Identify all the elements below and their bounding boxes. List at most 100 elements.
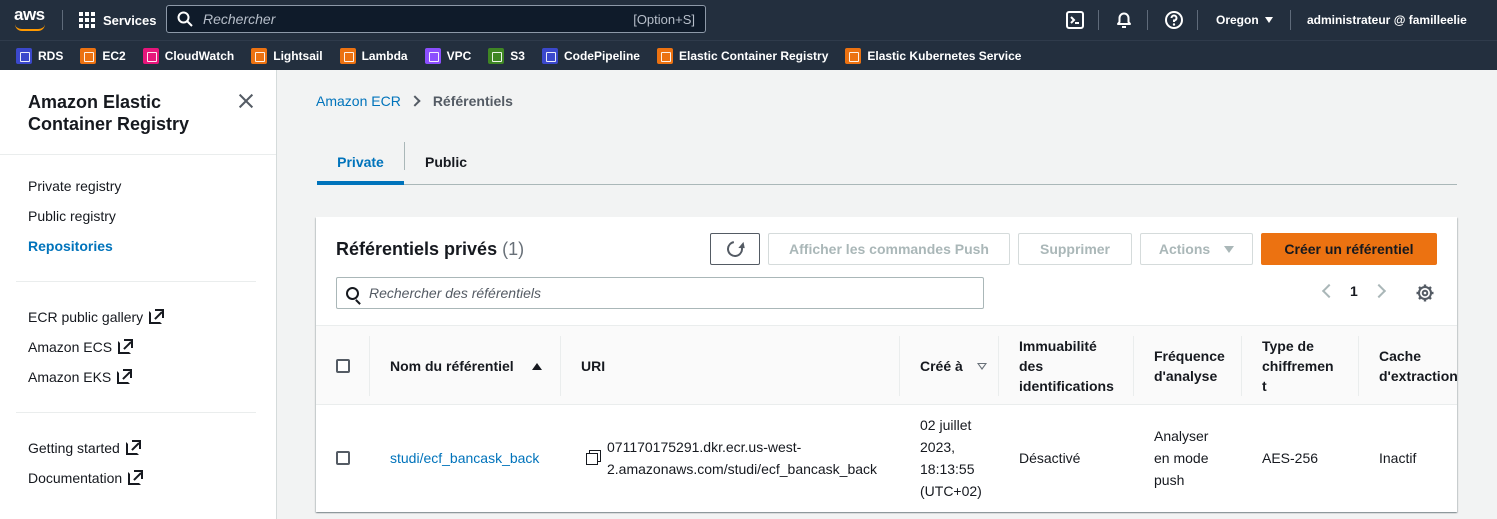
column-header-immutability[interactable]: Immuabilité des identifications (1019, 336, 1114, 396)
favorite-lambda[interactable]: Lambda (339, 47, 408, 64)
lambda-icon (339, 47, 356, 64)
sidebar-item-amazon-ecs[interactable]: Amazon ECS (28, 338, 134, 355)
current-page-number[interactable]: 1 (1350, 283, 1358, 299)
header-label: Cache (1379, 348, 1422, 364)
button-label: Créer un référentiel (1284, 241, 1414, 257)
column-header-pull-through-cache[interactable]: Cache d'extraction (1379, 346, 1457, 386)
favorite-label: Elastic Container Registry (678, 48, 829, 63)
button-label: Afficher les commandes Push (789, 241, 989, 257)
header-label: des (1019, 358, 1044, 374)
column-header-name[interactable]: Nom du référentiel (390, 356, 542, 376)
help-icon[interactable] (1164, 10, 1184, 30)
favorite-cloudwatch[interactable]: CloudWatch (142, 47, 235, 64)
sidebar-item-amazon-eks[interactable]: Amazon EKS (28, 368, 133, 385)
column-header-encryption[interactable]: Type de chiffremen t (1262, 336, 1334, 396)
cloudwatch-icon (142, 47, 159, 64)
header-label: d'extraction (1379, 368, 1457, 384)
favorite-codepipeline[interactable]: CodePipeline (541, 47, 640, 64)
favorite-label: CloudWatch (164, 48, 235, 63)
close-icon[interactable] (238, 93, 254, 109)
favorite-label: CodePipeline (563, 48, 640, 63)
favorite-s3[interactable]: S3 (488, 47, 525, 64)
cloudshell-icon[interactable] (1065, 10, 1085, 30)
divider (16, 281, 256, 282)
create-repository-button[interactable]: Créer un référentiel (1261, 233, 1437, 265)
favorite-vpc[interactable]: VPC (424, 47, 472, 64)
header-label: Type de (1262, 338, 1314, 354)
sidebar-item-getting-started[interactable]: Getting started (28, 439, 141, 456)
chevron-right-icon (409, 95, 421, 107)
services-label: Services (103, 12, 157, 28)
search-icon (346, 286, 359, 300)
breadcrumb-amazon-ecr-link[interactable]: Amazon ECR (316, 93, 401, 109)
created-line: 18:13:55 (920, 461, 975, 477)
card-title-text: Référentiels privés (336, 239, 498, 259)
search-placeholder: Rechercher des référentiels (369, 285, 541, 301)
tab-label: Private (337, 153, 384, 170)
scan-line: push (1154, 472, 1185, 488)
created-line: 02 juillet (920, 417, 972, 433)
row-select-checkbox[interactable] (336, 451, 350, 465)
favorite-elastic-kubernetes-service[interactable]: Elastic Kubernetes Service (845, 47, 1021, 64)
caret-down-icon (1224, 245, 1235, 253)
sidebar-item-label: Amazon EKS (28, 369, 112, 385)
header-label: Fréquence (1154, 348, 1225, 364)
header-label: Créé à (920, 358, 963, 374)
previous-page-icon[interactable] (1321, 283, 1337, 299)
header-label: Immuabilité (1019, 338, 1097, 354)
column-divider (369, 336, 370, 396)
sidebar-item-private-registry[interactable]: Private registry (28, 178, 121, 194)
global-search-input[interactable]: Rechercher [Option+S] (166, 5, 706, 33)
favorite-elastic-container-registry[interactable]: Elastic Container Registry (656, 47, 829, 64)
notifications-bell-icon[interactable] (1114, 10, 1134, 30)
external-link-icon (125, 439, 141, 455)
created-line: (UTC+02) (920, 483, 982, 499)
aws-logo-text: aws (14, 5, 45, 24)
copy-icon[interactable] (586, 450, 602, 466)
table-header: Nom du référentiel URI Créé à Immuabilit… (316, 325, 1457, 405)
sidebar-item-documentation[interactable]: Documentation (28, 469, 144, 486)
repository-search-input[interactable]: Rechercher des référentiels (336, 277, 984, 309)
favorite-lightsail[interactable]: Lightsail (251, 47, 323, 64)
aws-logo[interactable]: aws (14, 5, 48, 33)
tab-label: Public (424, 154, 467, 170)
account-menu[interactable]: administrateur @ familleelie (1307, 0, 1467, 40)
encryption-type-value: AES-256 (1262, 450, 1319, 466)
refresh-icon (723, 237, 747, 261)
search-shortcut: [Option+S] (633, 11, 695, 27)
column-divider (998, 336, 999, 396)
favorite-label: Lightsail (273, 48, 323, 63)
tab-public[interactable]: Public (405, 140, 487, 184)
column-header-created[interactable]: Créé à (920, 356, 987, 376)
view-push-commands-button[interactable]: Afficher les commandes Push (768, 233, 1010, 265)
repository-uri: 071170175291.dkr.ecr.us-west- 2.amazonaw… (607, 436, 877, 480)
sidebar-item-repositories[interactable]: Repositories (28, 238, 113, 254)
column-divider (1133, 336, 1134, 396)
vpc-icon (424, 47, 441, 64)
next-page-icon[interactable] (1371, 283, 1386, 299)
favorite-label: Lambda (361, 48, 408, 63)
rds-icon (16, 47, 32, 64)
scan-line: Analyser (1154, 428, 1209, 444)
delete-button[interactable]: Supprimer (1018, 233, 1132, 265)
select-all-checkbox[interactable] (336, 359, 350, 373)
sidebar-item-label: Public registry (28, 208, 116, 224)
favorite-label: VPC (446, 48, 472, 63)
column-header-uri[interactable]: URI (581, 356, 605, 376)
gear-icon[interactable] (1416, 284, 1434, 302)
region-selector[interactable]: Oregon (1216, 0, 1273, 40)
actions-dropdown[interactable]: Actions (1140, 233, 1253, 265)
column-header-scan-frequency[interactable]: Fréquence d'analyse (1154, 346, 1225, 386)
repository-name-link[interactable]: studi/ecf_bancask_back (390, 447, 539, 469)
header-label: t (1262, 378, 1267, 394)
tab-private[interactable]: Private (317, 140, 404, 185)
sidebar-item-ecr-public-gallery[interactable]: ECR public gallery (28, 308, 165, 325)
services-menu-button[interactable]: Services (79, 0, 157, 40)
favorite-rds[interactable]: RDS (16, 47, 64, 64)
divider (62, 10, 63, 30)
refresh-button[interactable] (710, 233, 760, 265)
favorite-ec2[interactable]: EC2 (80, 47, 126, 64)
sidebar-item-public-registry[interactable]: Public registry (28, 208, 116, 224)
favorite-label: RDS (38, 48, 64, 63)
s3-icon (488, 47, 505, 64)
